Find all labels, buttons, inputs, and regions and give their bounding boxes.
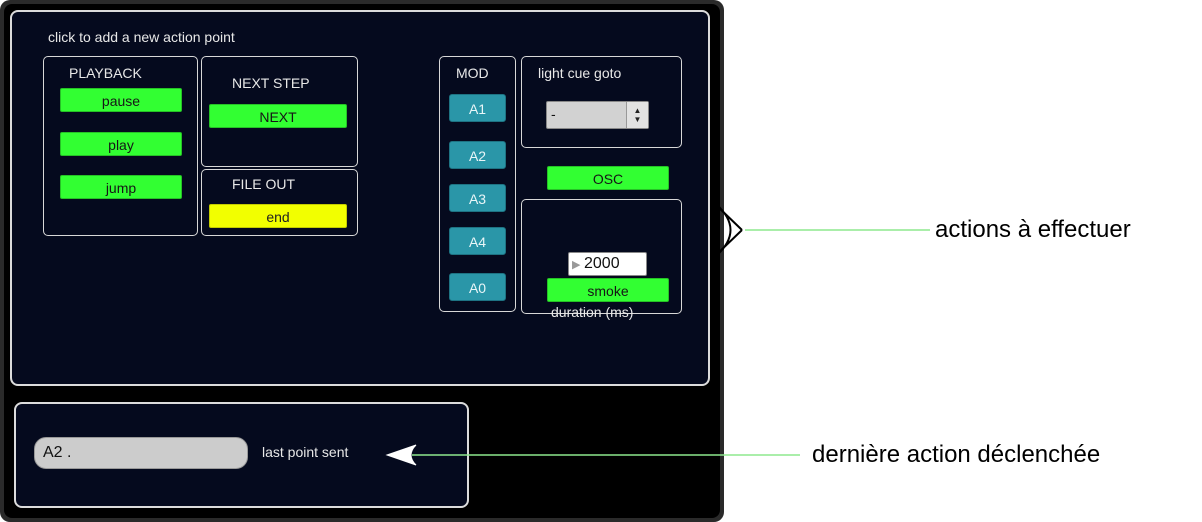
- actions-annotation: actions à effectuer: [935, 216, 1131, 243]
- actions-arrow-head-icon: [714, 203, 743, 257]
- last-action-arrow-head-icon: [385, 444, 417, 466]
- last-action-annotation: dernière action déclenchée: [812, 441, 1101, 468]
